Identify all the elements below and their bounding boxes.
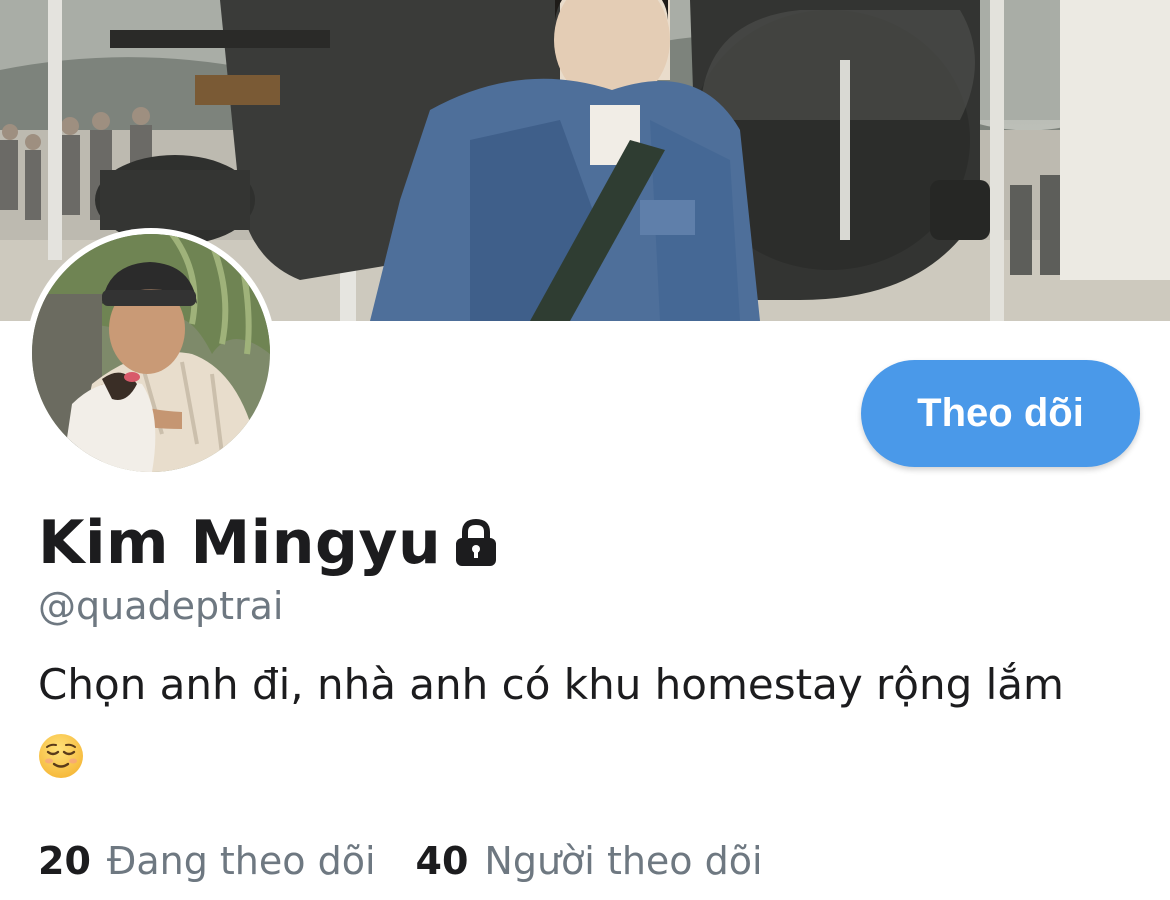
- display-name: Kim Mingyu: [38, 508, 442, 578]
- following-count: 20: [38, 839, 91, 883]
- name-row: Kim Mingyu: [38, 508, 499, 578]
- lock-icon: [453, 518, 499, 568]
- user-handle: @quadeptrai: [38, 584, 284, 628]
- followers-stat[interactable]: 40 Người theo dõi: [416, 838, 763, 884]
- relieved-face-emoji-icon: [38, 733, 84, 779]
- follow-button[interactable]: Theo dõi: [861, 360, 1140, 467]
- following-label: Đang theo dõi: [106, 839, 376, 883]
- following-stat[interactable]: 20 Đang theo dõi: [38, 838, 376, 884]
- followers-count: 40: [415, 839, 469, 883]
- profile-page: Theo dõi Kim Mingyu @quadeptrai Chọn anh…: [0, 0, 1170, 900]
- followers-label: Người theo dõi: [484, 839, 763, 883]
- follow-stats: 20 Đang theo dõi 40 Người theo dõi: [38, 838, 803, 884]
- bio-text: Chọn anh đi, nhà anh có khu homestay rộn…: [38, 660, 1064, 709]
- avatar-image: [32, 234, 270, 472]
- profile-avatar[interactable]: [26, 228, 276, 478]
